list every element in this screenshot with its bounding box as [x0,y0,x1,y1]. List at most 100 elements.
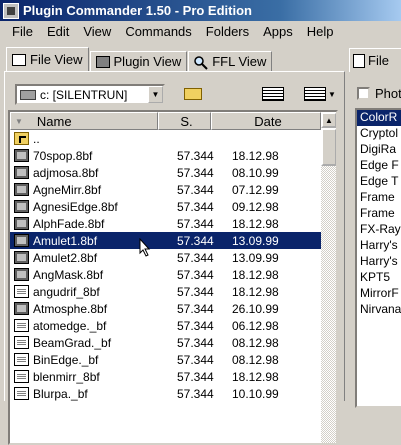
plugin-list-item[interactable]: Harry's [357,254,401,270]
file-toolbar: c: [SILENTRUN] ▼ ▼ [13,82,343,106]
right-pane: File Phot ColorR Cryptol DigiRa Edge F Edge … [349,44,401,408]
window-title: Plugin Commander 1.50 - Pro Edition [23,3,252,18]
file-row[interactable]: AngMask.8bf 57.344 18.12.98 [10,266,321,283]
file-name: BeamGrad._bf [33,335,112,350]
plugin-list-item[interactable]: Harry's [357,238,401,254]
file-size: 57.344 [177,301,214,316]
menu-help[interactable]: Help [300,24,341,39]
photoshop-checkbox[interactable]: Phot [357,86,401,101]
file-size: 57.344 [177,216,214,231]
plugin-file-icon [14,200,29,213]
file-name: angudrif_8bf [33,284,100,299]
file-row[interactable]: angudrif_8bf 57.344 18.12.98 [10,283,321,300]
column-header-name[interactable]: ▼ Name [10,112,158,130]
file-icon [14,353,29,366]
file-row[interactable]: Atmosphe.8bf 57.344 26.10.99 [10,300,321,317]
plugin-view-icon [95,55,110,68]
chevron-down-icon[interactable]: ▼ [148,86,163,103]
file-name: AngMask.8bf [33,267,104,282]
file-name: AgneMirr.8bf [33,182,102,197]
folder-icon [184,88,202,100]
plugin-list-item[interactable]: KPT5 [357,270,401,286]
plugin-file-icon [14,166,29,179]
mouse-cursor-icon [139,238,151,257]
menu-file[interactable]: File [0,24,40,39]
file-name: .. [33,131,40,146]
file-row[interactable]: Amulet1.8bf 57.344 13.09.99 [10,232,321,249]
file-date: 26.10.99 [232,301,279,316]
plugin-list-item[interactable]: Frame [357,190,401,206]
tab-plugin-view[interactable]: Plugin View [89,51,188,71]
plugin-list-item[interactable]: Frame [357,206,401,222]
plugin-list-item[interactable]: ColorR [357,110,401,126]
drive-select[interactable]: c: [SILENTRUN] ▼ [15,84,165,105]
menu-folders[interactable]: Folders [199,24,256,39]
column-label: Date [254,113,282,129]
file-view-icon [12,53,26,66]
file-row[interactable]: AgneMirr.8bf 57.344 07.12.99 [10,181,321,198]
file-date: 18.12.98 [232,284,279,299]
plugin-list-item[interactable]: Cryptol [357,126,401,142]
scroll-up-button[interactable]: ▲ [321,112,336,128]
tab-ffl-view[interactable]: FFL View [188,51,273,71]
file-row[interactable]: AlphFade.8bf 57.344 18.12.98 [10,215,321,232]
app-icon [3,2,19,19]
column-header-size[interactable]: S. [158,112,211,130]
column-label: S. [180,113,193,129]
file-date: 13.09.99 [232,250,279,265]
tab-right-file[interactable]: File [349,48,401,72]
file-date: 08.12.98 [232,335,279,350]
details-view-button[interactable]: ▼ [303,84,337,104]
file-row[interactable]: Blurpa._bf 57.344 10.10.99 [10,385,321,402]
file-name: Blurpa._bf [33,386,88,401]
file-row[interactable]: .. [10,130,321,147]
plugin-file-icon [14,149,29,162]
menu-edit[interactable]: Edit [40,24,76,39]
menu-bar: File Edit View Commands Folders Apps Hel… [0,21,401,42]
menu-commands[interactable]: Commands [118,24,198,39]
file-row[interactable]: atomedge._bf 57.344 06.12.98 [10,317,321,334]
plugin-list-item[interactable]: Edge F [357,158,401,174]
file-icon [14,387,29,400]
file-size: 57.344 [177,199,214,214]
file-list[interactable]: ▼ Name S. Date .. 70spop.8bf 57.344 18.12.9… [8,110,338,445]
file-row[interactable]: adjmosa.8bf 57.344 08.10.99 [10,164,321,181]
file-icon [14,319,29,332]
plugin-list[interactable]: ColorR Cryptol DigiRa Edge F Edge T Frame Fram… [355,108,401,408]
plugin-list-item[interactable]: FX-Ray [357,222,401,238]
file-row[interactable]: BinEdge._bf 57.344 08.12.98 [10,351,321,368]
plugin-list-item[interactable]: MirrorF [357,286,401,302]
chevron-down-icon: ▼ [328,89,336,99]
file-row[interactable]: Amulet2.8bf 57.344 13.09.99 [10,249,321,266]
file-name: Amulet1.8bf [33,233,98,248]
file-row[interactable]: AgnesiEdge.8bf 57.344 09.12.98 [10,198,321,215]
vertical-scrollbar[interactable]: ▲ [321,112,336,443]
folder-up-button[interactable] [179,84,207,104]
menu-view[interactable]: View [76,24,118,39]
scroll-thumb[interactable] [321,128,336,166]
file-date: 10.10.99 [232,386,279,401]
drive-value: c: [SILENTRUN] [40,87,128,102]
file-row[interactable]: 70spop.8bf 57.344 18.12.98 [10,147,321,164]
plugin-list-item[interactable]: Edge T [357,174,401,190]
menu-apps[interactable]: Apps [256,24,300,39]
tab-label: Plugin View [113,54,182,69]
tab-label: File View [30,52,83,67]
list-view-button[interactable] [259,84,287,104]
file-rows: .. 70spop.8bf 57.344 18.12.98 adjmosa.8bf 57.… [10,130,321,402]
file-size: 57.344 [177,165,214,180]
checkbox-box[interactable] [357,87,370,100]
checkbox-label: Phot [375,86,401,101]
tab-file-view[interactable]: File View [6,47,89,71]
file-row[interactable]: blenmirr_8bf 57.344 18.12.98 [10,368,321,385]
plugin-list-item[interactable]: Nirvana [357,302,401,318]
plugin-list-item[interactable]: DigiRa [357,142,401,158]
column-header-date[interactable]: Date [211,112,321,130]
file-row[interactable]: BeamGrad._bf 57.344 08.12.98 [10,334,321,351]
drive-icon [20,89,36,100]
plugin-file-icon [14,268,29,281]
file-name: Atmosphe.8bf [33,301,108,316]
file-date: 13.09.99 [232,233,279,248]
view-tabs: File View Plugin View FFL View [6,47,273,71]
details-view-icon [304,87,327,101]
